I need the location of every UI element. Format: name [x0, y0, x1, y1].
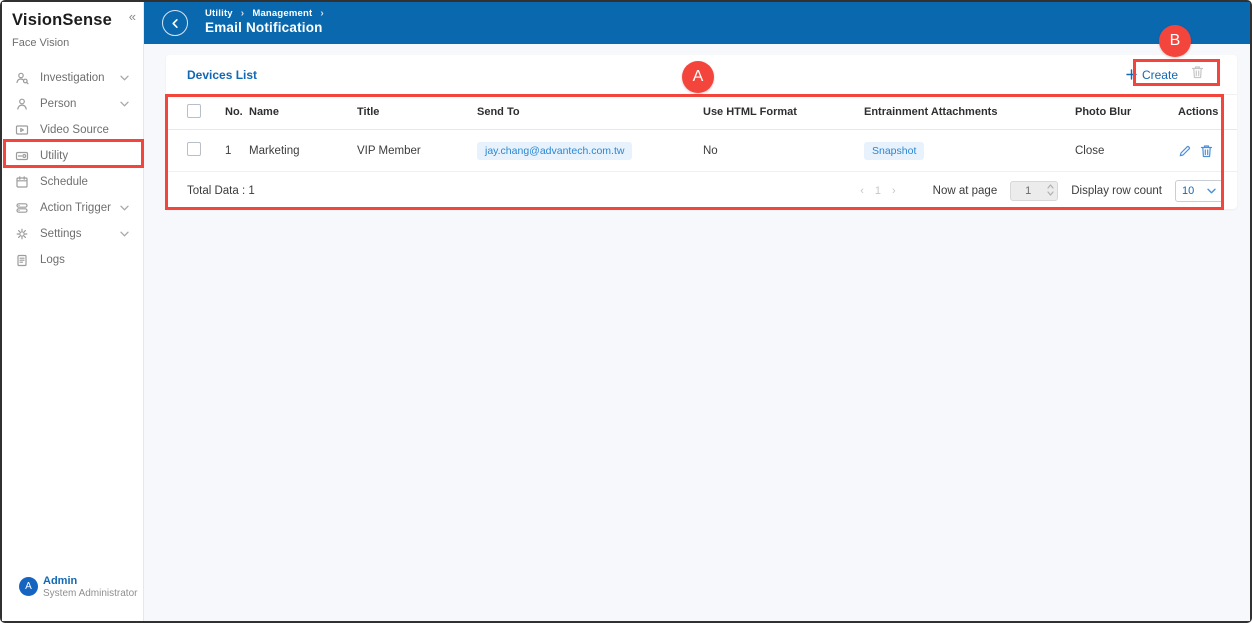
cell-title: VIP Member: [357, 144, 421, 157]
column-header-no: No.: [225, 106, 243, 118]
avatar: A: [19, 577, 38, 596]
person-icon: [15, 97, 30, 112]
select-all-checkbox[interactable]: [187, 103, 201, 118]
create-button[interactable]: Create: [1126, 68, 1178, 82]
page-stepper[interactable]: [1047, 183, 1054, 196]
card-actions: Create: [1126, 65, 1216, 84]
column-header-entrainment-attachments: Entrainment Attachments: [864, 106, 998, 118]
table-header-row: No. Name Title Send To Use HTML Format E…: [166, 94, 1237, 130]
sidebar-item-logs[interactable]: Logs: [2, 247, 143, 273]
chevron-down-icon: [120, 75, 129, 81]
back-button[interactable]: [162, 10, 188, 36]
column-header-name: Name: [249, 106, 279, 118]
create-button-label: Create: [1141, 67, 1178, 82]
entrainment-attachment-chip: Snapshot: [864, 141, 925, 160]
edit-icon[interactable]: [1178, 144, 1191, 158]
row-count-select[interactable]: 10: [1175, 179, 1223, 202]
row-checkbox[interactable]: [187, 142, 201, 156]
delete-selected-button[interactable]: [1191, 65, 1204, 84]
breadcrumb: Utility › Management ›: [205, 8, 324, 19]
chevron-down-icon: [1207, 188, 1216, 193]
sidebar-item-settings[interactable]: Settings: [2, 221, 143, 247]
chevron-down-icon: [120, 101, 129, 107]
sidebar-item-utility[interactable]: Utility: [2, 143, 143, 169]
column-header-title: Title: [357, 106, 380, 118]
chevron-down-icon: [120, 231, 129, 237]
sidebar-item-label: Schedule: [40, 176, 88, 188]
sidebar-item-label: Video Source: [40, 124, 109, 136]
app-title: VisionSense: [12, 11, 113, 29]
now-at-page-label: Now at page: [932, 184, 998, 197]
action-trigger-icon: [15, 201, 30, 216]
breadcrumb-separator: ›: [320, 8, 324, 19]
chevron-left-icon: [171, 18, 178, 28]
sidebar-item-video-source[interactable]: Video Source: [2, 117, 143, 143]
sidebar-item-action-trigger[interactable]: Action Trigger: [2, 195, 143, 221]
column-header-actions: Actions: [1178, 106, 1219, 118]
sidebar: VisionSense « Face Vision Investigation …: [2, 2, 144, 621]
app-subtitle: Face Vision: [12, 37, 70, 49]
delete-icon[interactable]: [1200, 144, 1213, 158]
column-header-use-html-format: Use HTML Format: [703, 106, 797, 118]
sidebar-collapse-icon[interactable]: «: [129, 9, 136, 24]
breadcrumb-separator: ›: [240, 8, 245, 19]
sidebar-item-label: Action Trigger: [40, 202, 111, 214]
stepper-down-icon: [1047, 190, 1054, 196]
page-title: Email Notification: [205, 20, 323, 35]
column-header-photo-blur: Photo Blur: [1075, 106, 1132, 118]
sidebar-item-label: Person: [40, 98, 77, 110]
chevron-down-icon: [120, 205, 129, 211]
sidebar-item-investigation[interactable]: Investigation: [2, 65, 143, 91]
sidebar-item-label: Utility: [40, 150, 69, 162]
cell-no: 1: [225, 144, 232, 157]
page-input-wrap: [1010, 180, 1059, 201]
annotation-circle-b: B: [1159, 25, 1191, 57]
display-row-count-label: Display row count: [1071, 184, 1162, 197]
sidebar-item-schedule[interactable]: Schedule: [2, 169, 143, 195]
sidebar-item-label: Investigation: [40, 72, 105, 84]
person-search-icon: [15, 71, 30, 86]
sidebar-item-label: Logs: [40, 254, 65, 266]
annotation-circle-a: A: [682, 61, 714, 93]
main-area: Utility › Management › Email Notificatio…: [144, 2, 1250, 621]
brand: VisionSense « Face Vision: [2, 2, 143, 49]
breadcrumb-management[interactable]: Management: [252, 8, 312, 19]
next-page-button[interactable]: ›: [892, 185, 896, 197]
calendar-icon: [15, 175, 30, 190]
table-footer: Total Data : 1 ‹ 1 › Now at page Display…: [166, 172, 1237, 209]
sidebar-item-label: Settings: [40, 228, 82, 240]
stepper-up-icon: [1047, 183, 1054, 189]
breadcrumb-utility[interactable]: Utility: [205, 8, 233, 19]
cell-actions: [1178, 144, 1219, 158]
sidebar-nav: Investigation Person Video Source Utilit…: [2, 65, 143, 273]
total-data-label: Total Data : 1: [187, 184, 255, 197]
trash-icon: [1191, 66, 1204, 79]
row-count-value: 10: [1182, 184, 1195, 197]
card-title: Devices List: [187, 67, 258, 82]
sidebar-item-person[interactable]: Person: [2, 91, 143, 117]
cell-photo-blur: Close: [1075, 144, 1105, 157]
column-header-send-to: Send To: [477, 106, 520, 118]
prev-page-button[interactable]: ‹: [860, 185, 864, 197]
table-row: 1 Marketing VIP Member jay.chang@advante…: [166, 130, 1237, 172]
cell-name: Marketing: [249, 144, 300, 157]
utility-icon: [15, 149, 30, 164]
page-header: Utility › Management › Email Notificatio…: [144, 2, 1250, 44]
send-to-email-chip[interactable]: jay.chang@advantech.com.tw: [477, 141, 633, 160]
gear-icon: [15, 227, 30, 242]
user-panel[interactable]: A Admin System Administrator: [2, 575, 143, 611]
video-source-icon: [15, 123, 30, 138]
logs-icon: [15, 253, 30, 268]
user-role: System Administrator: [43, 588, 138, 599]
cell-use-html-format: No: [703, 144, 718, 157]
plus-icon: [1126, 69, 1137, 80]
user-name: Admin: [43, 575, 78, 587]
page-number[interactable]: 1: [875, 185, 881, 197]
pagination: ‹ 1 ›: [860, 185, 895, 197]
